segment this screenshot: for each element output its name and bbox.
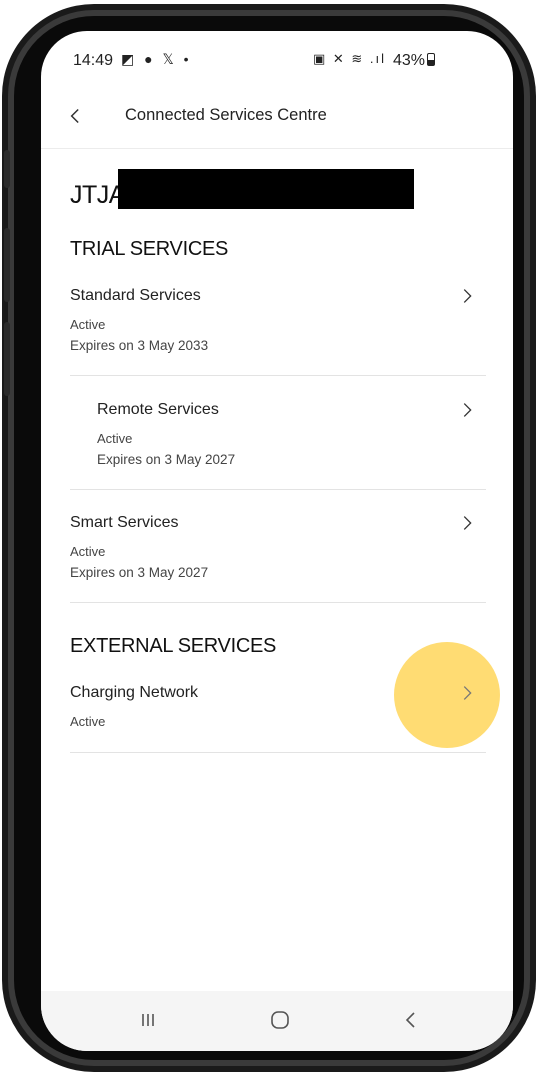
service-name: Charging Network (70, 684, 199, 701)
back-icon (405, 1012, 415, 1028)
service-expiry: Expires on 3 May 2033 (70, 338, 209, 353)
divider (70, 602, 486, 603)
chevron-right-icon (456, 399, 478, 421)
divider (70, 489, 486, 490)
battery-percent: 43% (393, 52, 426, 69)
service-row-charging-network[interactable]: Charging Network Active (70, 684, 486, 734)
phone-screen: 14:49 ◩ ● 𝕏 • ▣ ✕ ≋ .ıl 43% Connected Se… (41, 31, 513, 1051)
vehicle-vin: JTJA (70, 181, 125, 209)
service-row-smart[interactable]: Smart Services Active Expires on 3 May 2… (70, 514, 486, 584)
status-bar: 14:49 ◩ ● 𝕏 • ▣ ✕ ≋ .ıl 43% (41, 31, 513, 93)
divider (70, 752, 486, 753)
page-title: Connected Services Centre (125, 106, 327, 124)
recents-button[interactable] (133, 1005, 163, 1035)
vin-redaction (118, 169, 414, 209)
service-name: Remote Services (97, 401, 219, 418)
battery-indicator: 43% (393, 52, 436, 70)
service-status: Active (97, 431, 133, 446)
trial-services-heading: TRIAL SERVICES (70, 238, 229, 260)
home-button[interactable] (265, 1005, 295, 1035)
side-button-action (4, 150, 10, 188)
notification-icons: ◩ ● 𝕏 • (121, 51, 192, 67)
chevron-right-icon (456, 512, 478, 534)
external-services-heading: EXTERNAL SERVICES (70, 635, 277, 657)
service-expiry: Expires on 3 May 2027 (97, 452, 236, 467)
service-expiry: Expires on 3 May 2027 (70, 565, 209, 580)
service-status: Active (70, 544, 106, 559)
divider (70, 375, 486, 376)
system-status-icons: ▣ ✕ ≋ .ıl (313, 51, 387, 66)
side-button-volume-down (4, 322, 10, 396)
service-status: Active (70, 714, 106, 729)
side-button-volume-up (4, 228, 10, 302)
service-status: Active (70, 317, 106, 332)
battery-icon (427, 53, 436, 66)
service-row-standard[interactable]: Standard Services Active Expires on 3 Ma… (70, 287, 486, 357)
chevron-right-icon (456, 682, 478, 704)
recents-icon (142, 1014, 154, 1026)
nav-back-button[interactable] (396, 1005, 426, 1035)
service-row-remote[interactable]: Remote Services Active Expires on 3 May … (97, 401, 486, 471)
chevron-right-icon (456, 285, 478, 307)
back-button[interactable] (63, 103, 89, 129)
service-name: Standard Services (70, 287, 201, 304)
app-header: Connected Services Centre (41, 93, 513, 149)
status-time: 14:49 (73, 52, 114, 69)
service-name: Smart Services (70, 514, 179, 531)
chevron-left-icon (70, 108, 79, 124)
system-nav-bar (41, 991, 513, 1051)
home-icon (271, 1011, 289, 1029)
